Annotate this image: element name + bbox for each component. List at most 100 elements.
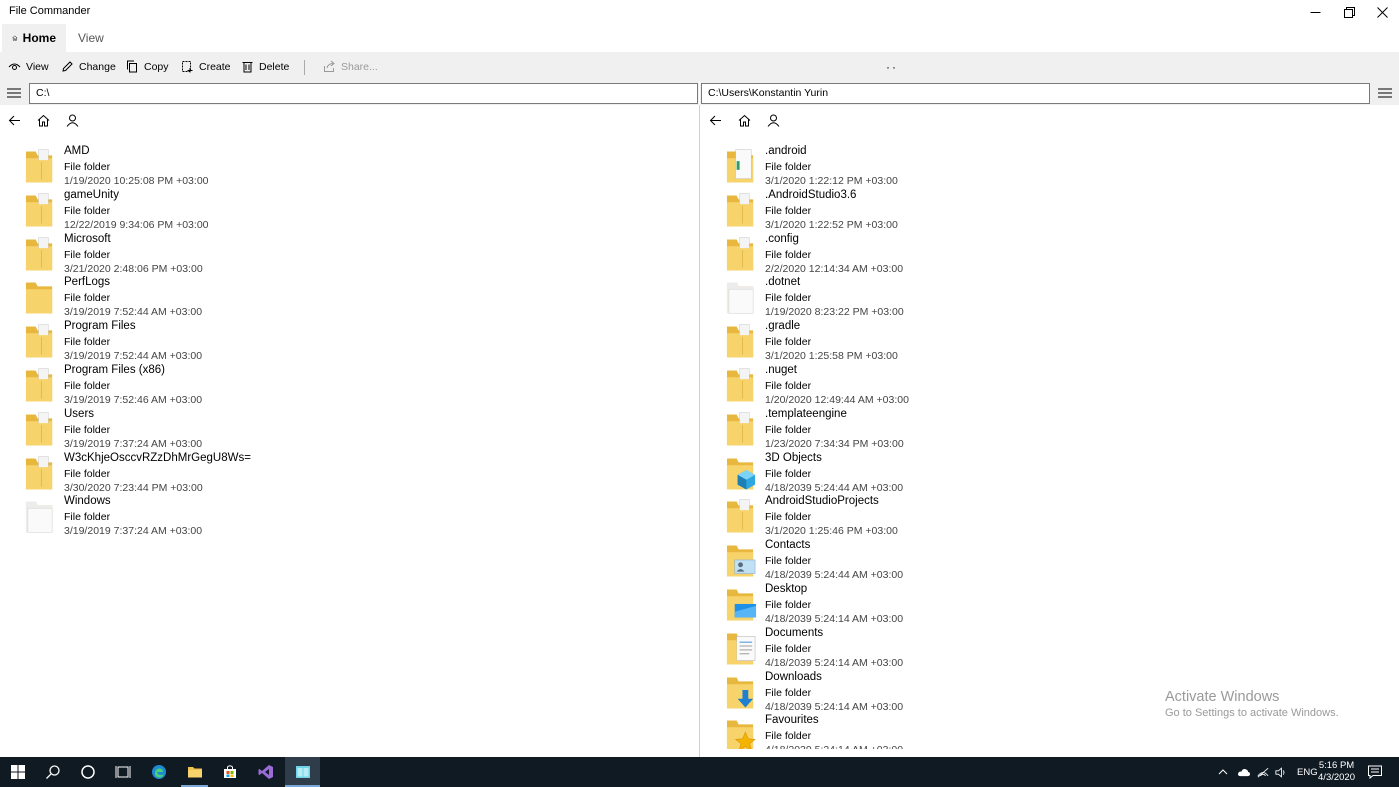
file-type: File folder bbox=[765, 204, 812, 217]
left-path-input[interactable]: C:\ bbox=[29, 83, 698, 104]
search-button[interactable] bbox=[35, 757, 70, 787]
file-type: File folder bbox=[765, 598, 812, 611]
delete-button[interactable]: Delete bbox=[241, 52, 289, 81]
create-button[interactable]: Create bbox=[181, 52, 231, 81]
file-type: File folder bbox=[765, 292, 812, 305]
file-name: .config bbox=[765, 232, 799, 245]
taskbar: ENG 5:16 PM 4/3/2020 bbox=[0, 757, 1399, 787]
file-type: File folder bbox=[64, 292, 111, 305]
onedrive-icon[interactable] bbox=[1237, 767, 1251, 777]
list-item[interactable]: Documents File folder 4/18/2039 5:24:14 AM… bbox=[726, 624, 1146, 669]
left-user-button[interactable] bbox=[58, 110, 87, 130]
list-item[interactable]: .AndroidStudio3.6 File folder 3/1/2020 1:2… bbox=[726, 186, 1146, 231]
left-back-button[interactable] bbox=[0, 110, 29, 130]
list-item[interactable]: Program Files (x86) File folder 3/19/2019 … bbox=[25, 361, 685, 406]
right-home-button[interactable] bbox=[730, 110, 759, 130]
file-explorer-button[interactable] bbox=[177, 757, 212, 787]
right-path-input[interactable]: C:\Users\Konstantin Yurin bbox=[701, 83, 1370, 104]
user-icon bbox=[66, 114, 79, 127]
list-item[interactable]: .nuget File folder 1/20/2020 12:49:44 AM +… bbox=[726, 361, 1146, 406]
folder-icon bbox=[726, 677, 754, 708]
visual-studio-button[interactable] bbox=[248, 757, 283, 787]
pane-divider[interactable] bbox=[699, 105, 700, 757]
clock-date: 4/3/2020 bbox=[1318, 772, 1355, 783]
list-item[interactable]: Downloads File folder 4/18/2039 5:24:14 AM… bbox=[726, 668, 1146, 713]
right-menu-button[interactable] bbox=[1371, 81, 1399, 105]
list-item[interactable]: Favourites File folder4/18/2039 5:24:14 A… bbox=[726, 711, 1146, 749]
folder-icon bbox=[25, 282, 53, 314]
copy-button[interactable]: Copy bbox=[126, 52, 169, 81]
list-item[interactable]: AMD File folder 1/19/2020 10:25:08 PM +03:… bbox=[25, 142, 685, 187]
right-path-bar: C:\Users\Konstantin Yurin bbox=[700, 81, 1399, 105]
list-item[interactable]: Program Files File folder 3/19/2019 7:52:4… bbox=[25, 317, 685, 362]
system-tray: ENG bbox=[1218, 757, 1318, 787]
start-button[interactable] bbox=[0, 757, 35, 787]
file-name: .dotnet bbox=[765, 276, 801, 289]
view-button[interactable]: View bbox=[8, 52, 49, 81]
list-item[interactable]: .gradle File folder 3/1/2020 1:25:58 PM +0… bbox=[726, 317, 1146, 362]
list-item[interactable]: .dotnet File folder 1/19/2020 8:23:22 PM +… bbox=[726, 273, 1146, 318]
file-type: File folder bbox=[765, 642, 812, 655]
tab-view[interactable]: View bbox=[68, 24, 114, 52]
share-button[interactable]: Share... bbox=[323, 52, 378, 81]
list-item[interactable]: PerfLogs File folder 3/19/2019 7:52:44 AM … bbox=[25, 273, 685, 318]
file-type: File folder bbox=[765, 730, 812, 743]
list-item[interactable]: Contacts File folder 4/18/2039 5:24:44 AM … bbox=[726, 536, 1146, 581]
cortana-button[interactable] bbox=[70, 757, 105, 787]
list-item[interactable]: gameUnity File folder 12/22/2019 9:34:06 P… bbox=[25, 186, 685, 231]
folder-icon bbox=[726, 282, 754, 315]
more-options-button[interactable]: ·· bbox=[886, 52, 898, 81]
folder-icon bbox=[25, 501, 53, 534]
minimize-button[interactable] bbox=[1298, 0, 1332, 24]
list-item[interactable]: 3D Objects File folder 4/18/2039 5:24:44 A… bbox=[726, 449, 1146, 494]
list-item[interactable]: Users File folder 3/19/2019 7:37:24 AM +03… bbox=[25, 405, 685, 450]
folder-icon bbox=[726, 193, 754, 227]
restore-button[interactable] bbox=[1332, 0, 1366, 24]
notifications-button[interactable] bbox=[1360, 757, 1390, 787]
list-item[interactable]: AndroidStudioProjects File folder 3/1/2020… bbox=[726, 492, 1146, 537]
folder-icon bbox=[726, 368, 754, 402]
volume-icon[interactable] bbox=[1275, 766, 1287, 778]
list-item[interactable]: .config File folder 2/2/2020 12:14:34 AM +… bbox=[726, 230, 1146, 275]
store-button[interactable] bbox=[212, 757, 247, 787]
list-item[interactable]: Windows File folder 3/19/2019 7:37:24 AM +… bbox=[25, 492, 685, 537]
folder-icon bbox=[726, 458, 756, 490]
ribbon-tabs: Home View bbox=[0, 24, 1399, 52]
file-name: Microsoft bbox=[64, 232, 111, 245]
file-commander-taskbar-button[interactable] bbox=[285, 757, 320, 787]
network-icon[interactable] bbox=[1257, 767, 1269, 778]
change-button[interactable]: Change bbox=[61, 52, 116, 81]
create-label: Create bbox=[199, 60, 231, 73]
list-item[interactable]: W3cKhjeOsccvRZzDhMrGegU8Ws= File folder 3/… bbox=[25, 449, 685, 494]
copy-label: Copy bbox=[144, 60, 169, 73]
close-button[interactable] bbox=[1365, 0, 1399, 24]
file-type: File folder bbox=[765, 161, 812, 173]
list-item[interactable]: .android File folder 3/1/2020 1:22:12 PM +… bbox=[726, 142, 1146, 187]
user-icon bbox=[767, 114, 780, 127]
right-user-button[interactable] bbox=[759, 110, 788, 130]
left-menu-button[interactable] bbox=[0, 81, 28, 105]
visual-studio-icon bbox=[258, 765, 273, 779]
edge-browser-button[interactable] bbox=[141, 757, 176, 787]
hamburger-icon bbox=[7, 88, 21, 98]
list-item[interactable]: Microsoft File folder 3/21/2020 2:48:06 PM… bbox=[25, 230, 685, 275]
chevron-up-icon[interactable] bbox=[1218, 767, 1228, 777]
folder-icon bbox=[25, 324, 53, 358]
folder-icon bbox=[726, 589, 757, 621]
tab-home-label: Home bbox=[22, 31, 56, 45]
clock[interactable]: 5:16 PM 4/3/2020 bbox=[1318, 760, 1355, 784]
watermark-title: Activate Windows bbox=[1165, 689, 1280, 705]
left-home-button[interactable] bbox=[29, 110, 58, 130]
title-bar: File Commander bbox=[0, 0, 1399, 24]
file-name: Program Files (x86) bbox=[64, 363, 165, 376]
tab-view-label: View bbox=[78, 31, 104, 45]
file-name: .gradle bbox=[765, 320, 801, 333]
tab-home[interactable]: Home bbox=[2, 24, 66, 52]
right-back-button[interactable] bbox=[701, 110, 730, 130]
file-type: File folder bbox=[765, 248, 812, 261]
list-item[interactable]: .templateengine File folder 1/23/2020 7:34… bbox=[726, 405, 1146, 450]
list-item[interactable]: Desktop File folder 4/18/2039 5:24:14 AM +… bbox=[726, 580, 1146, 625]
task-view-button[interactable] bbox=[105, 757, 140, 787]
language-indicator[interactable]: ENG bbox=[1297, 767, 1318, 778]
share-label: Share... bbox=[341, 60, 378, 73]
